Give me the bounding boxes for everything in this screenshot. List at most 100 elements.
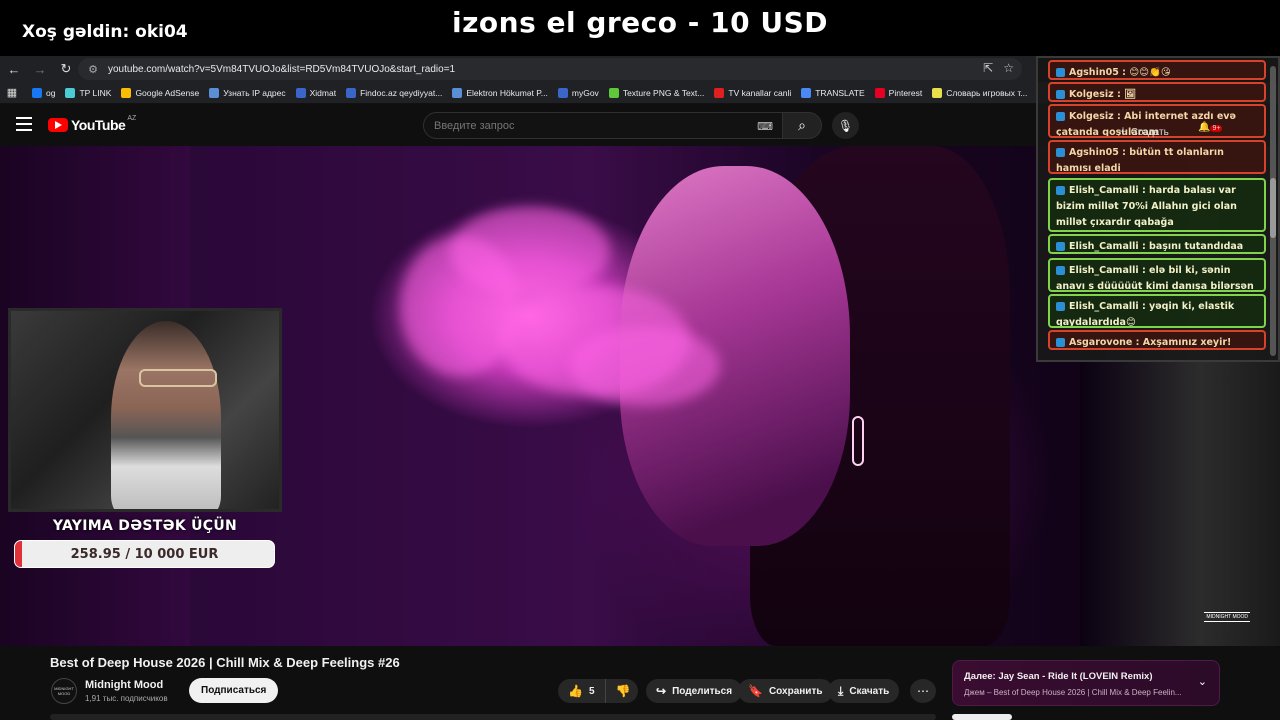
chat-message-text: Agshin05 : bütün tt olanların hamısı ela…	[1056, 147, 1224, 174]
search-icon: ⌕	[798, 117, 806, 133]
bookmark-item[interactable]: Elektron Hökumət P...	[452, 87, 548, 98]
bookmark-label: Findoc.az qeydiyyat...	[360, 87, 443, 98]
url-text: youtube.com/watch?v=5Vm84TVUOJo&list=RD5…	[108, 63, 456, 75]
reload-icon[interactable]: ↻	[54, 57, 78, 81]
bookmark-favicon-icon	[65, 87, 76, 98]
chat-message-text: Elish_Camalli : başını tutandıdaa	[1069, 241, 1244, 252]
like-button[interactable]: 👍 5	[558, 679, 606, 703]
bookmark-favicon-icon	[209, 87, 220, 98]
voice-search-button[interactable]: 🎙	[832, 112, 859, 139]
bookmark-item[interactable]: TRANSLATE	[801, 87, 865, 98]
thumbs-down-icon: 👎	[615, 684, 631, 698]
youtube-logo[interactable]: YouTube AZ	[48, 115, 136, 133]
url-field[interactable]: ⚙ youtube.com/watch?v=5Vm84TVUOJo&list=R…	[78, 58, 1022, 80]
bookmark-item[interactable]: Словарь игровых т...	[932, 87, 1028, 98]
like-count: 5	[588, 685, 595, 697]
chat-message-text: Asgarovone : Axşamınız xeyir!	[1069, 337, 1232, 348]
platform-badge-icon	[1056, 266, 1065, 275]
channel-watermark[interactable]: MIDNIGHT MOOD	[1204, 612, 1250, 622]
hamburger-menu-icon[interactable]	[16, 117, 32, 131]
bookmark-item[interactable]: Pinterest	[874, 87, 922, 98]
bookmark-favicon-icon	[608, 87, 619, 98]
site-info-icon[interactable]: ⚙	[86, 62, 100, 76]
back-icon[interactable]: ←	[2, 57, 26, 81]
chat-message-text: Kolgesiz : 🖼	[1069, 89, 1137, 100]
bookmark-item[interactable]: myGov	[557, 87, 599, 98]
bookmark-item[interactable]: Findoc.az qeydiyyat...	[346, 87, 443, 98]
platform-badge-icon	[1056, 242, 1065, 251]
like-dislike-group: 👍 5 👎	[558, 679, 638, 703]
platform-badge-icon	[1056, 112, 1065, 121]
notifications-icon[interactable]: 🔔 9+	[1198, 122, 1223, 133]
bookmark-label: Texture PNG & Text...	[622, 87, 705, 98]
description-box[interactable]	[50, 714, 936, 720]
bookmark-item[interactable]: Google AdSense	[121, 87, 200, 98]
dislike-button[interactable]: 👎	[606, 679, 641, 703]
search-input[interactable]	[434, 119, 734, 132]
donation-goal-text: 258.95 / 10 000 EUR	[70, 546, 219, 562]
platform-badge-icon	[1056, 90, 1065, 99]
support-label: YAYIMA DƏSTƏK ÜÇÜN	[52, 518, 238, 534]
notification-count: 9+	[1210, 125, 1223, 132]
bookmark-label: Словарь игровых т...	[946, 87, 1028, 98]
bookmark-favicon-icon	[32, 87, 42, 98]
more-dots-icon: ⋯	[917, 684, 929, 698]
install-icon[interactable]: ⇱	[983, 61, 993, 75]
share-button[interactable]: ↪ Поделиться	[646, 679, 743, 703]
chip-all[interactable]	[952, 714, 1012, 720]
bookmark-item[interactable]: TP LINK	[65, 87, 111, 98]
youtube-wordmark: YouTube	[71, 117, 126, 133]
chat-scroll-thumb[interactable]	[1270, 178, 1276, 238]
youtube-header: YouTube AZ ⌨ ⌕ 🎙	[0, 104, 1036, 146]
up-next-card[interactable]: Далее: Jay Sean - Ride It (LOVEIN Remix)…	[952, 660, 1220, 706]
bookmark-item[interactable]: Узнать IP адрес	[209, 87, 286, 98]
bookmark-label: og	[46, 87, 56, 98]
chevron-down-icon[interactable]: ⌄	[1198, 675, 1207, 688]
bookmark-icon: 🔖	[748, 684, 763, 698]
up-next-subtitle: Джем – Best of Deep House 2026 | Chill M…	[964, 688, 1182, 697]
download-button[interactable]: ⤓ Скачать	[828, 679, 900, 703]
bookmark-item[interactable]: og	[32, 87, 56, 98]
share-icon: ↪	[656, 684, 667, 698]
bookmark-favicon-icon	[452, 87, 463, 98]
bookmark-item[interactable]: Texture PNG & Text...	[608, 87, 705, 98]
more-actions-button[interactable]: ⋯	[910, 679, 936, 703]
screen: Xoş gəldin: oki04 ← → ↻ ⚙ youtube.com/wa…	[0, 0, 1280, 720]
search-button[interactable]: ⌕	[782, 112, 822, 139]
search-box: ⌨	[423, 112, 784, 139]
forward-icon[interactable]: →	[28, 57, 52, 81]
platform-badge-icon	[1056, 338, 1065, 347]
video-title: Best of Deep House 2026 | Chill Mix & De…	[50, 655, 400, 670]
platform-badge-icon	[1056, 68, 1065, 77]
chat-overlay: Agshin05 : 😊😊👏😘 Kolgesiz : 🖼 Kolgesiz : Ab…	[1036, 56, 1280, 362]
chat-message: Elish_Camalli : yəqin ki, elastik qaydal…	[1048, 294, 1266, 328]
youtube-play-icon	[48, 118, 68, 132]
chat-message-text: Elish_Camalli : yəqin ki, elastik qaydal…	[1056, 301, 1235, 328]
create-label: Создать	[1130, 127, 1169, 138]
bookmark-favicon-icon	[346, 87, 357, 98]
save-label: Сохранить	[768, 685, 823, 697]
subscribe-button[interactable]: Подписаться	[189, 678, 279, 703]
video-frame	[190, 146, 1080, 646]
download-label: Скачать	[849, 685, 890, 697]
create-icon[interactable]: ＋ Создать	[1118, 123, 1169, 138]
bookmark-favicon-icon	[557, 87, 568, 98]
save-button[interactable]: 🔖 Сохранить	[738, 679, 833, 703]
chat-message-text: Elish_Camalli : harda balası var bizim m…	[1056, 185, 1237, 228]
bookmark-item[interactable]: Xidmat	[295, 87, 336, 98]
bookmark-favicon-icon	[295, 87, 306, 98]
chat-message: Elish_Camalli : elə bil ki, sənin anavı …	[1048, 258, 1266, 292]
channel-avatar[interactable]: MIDNIGHT MOOD	[51, 678, 77, 704]
bookmark-favicon-icon	[801, 87, 812, 98]
channel-name[interactable]: Midnight Mood	[85, 679, 163, 691]
keyboard-icon[interactable]: ⌨	[757, 120, 773, 133]
welcome-text: Xoş gəldin: oki04	[22, 22, 188, 42]
bookmark-star-icon[interactable]: ☆	[1003, 61, 1014, 75]
platform-badge-icon	[1056, 302, 1065, 311]
donation-goal-bar: 258.95 / 10 000 EUR	[14, 540, 275, 568]
platform-badge-icon	[1056, 148, 1065, 157]
thumbs-up-icon: 👍	[568, 684, 583, 698]
apps-grid-icon[interactable]: ▦	[6, 87, 18, 99]
bookmark-label: Google AdSense	[135, 87, 200, 98]
bookmark-item[interactable]: TV kanallar canli	[714, 87, 791, 98]
